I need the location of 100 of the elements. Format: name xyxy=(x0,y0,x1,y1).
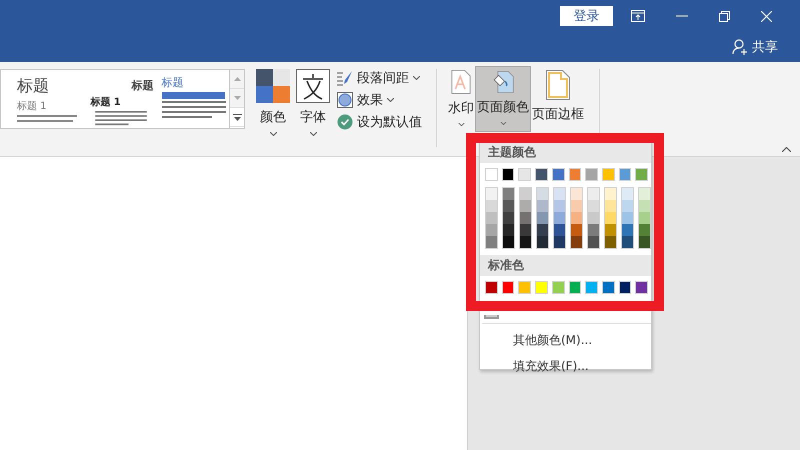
color-swatch[interactable] xyxy=(605,224,616,236)
color-swatch[interactable] xyxy=(502,281,514,294)
color-swatch[interactable] xyxy=(554,236,565,248)
color-swatch[interactable] xyxy=(571,188,582,200)
color-swatch[interactable] xyxy=(520,224,531,236)
design-button[interactable]: 颜色 xyxy=(253,69,293,136)
scroll-up-button[interactable] xyxy=(230,70,244,89)
color-swatch[interactable] xyxy=(537,236,548,248)
color-swatch[interactable] xyxy=(571,200,582,212)
color-swatch[interactable] xyxy=(605,212,616,224)
color-swatch[interactable] xyxy=(639,212,650,224)
color-swatch[interactable] xyxy=(635,168,648,181)
color-swatch[interactable] xyxy=(635,281,648,294)
watermark-page-icon xyxy=(449,70,473,94)
color-swatch[interactable] xyxy=(485,168,498,181)
color-swatch[interactable] xyxy=(639,200,650,212)
color-swatch[interactable] xyxy=(520,212,531,224)
color-swatch[interactable] xyxy=(605,200,616,212)
color-swatch[interactable] xyxy=(639,188,650,200)
color-swatch[interactable] xyxy=(486,224,497,236)
color-swatch[interactable] xyxy=(588,212,599,224)
color-swatch[interactable] xyxy=(552,281,565,294)
style-preview[interactable]: 标题 标题 1 xyxy=(1,70,86,128)
font-glyph-icon xyxy=(296,69,330,103)
style-preview[interactable]: 标题 标题 1 xyxy=(86,70,158,128)
design-option[interactable]: 效果 xyxy=(337,91,422,109)
color-swatch[interactable] xyxy=(502,168,514,181)
color-swatch[interactable] xyxy=(503,212,514,224)
color-swatch[interactable] xyxy=(486,212,497,224)
expand-icon xyxy=(232,114,242,120)
color-swatch[interactable] xyxy=(554,212,565,224)
color-swatch[interactable] xyxy=(585,281,598,294)
color-swatch[interactable] xyxy=(520,200,531,212)
color-swatch[interactable] xyxy=(571,236,582,248)
color-swatch[interactable] xyxy=(535,281,548,294)
up-triangle-icon xyxy=(234,77,240,81)
color-swatch[interactable] xyxy=(622,224,633,236)
ribbon-display-icon[interactable] xyxy=(631,10,645,22)
color-swatch[interactable] xyxy=(622,212,633,224)
color-swatch[interactable] xyxy=(571,212,582,224)
share-button[interactable]: 共享 xyxy=(732,38,778,56)
style-preview[interactable]: 标题 xyxy=(158,70,229,128)
color-swatch[interactable] xyxy=(622,200,633,212)
page-background-button[interactable]: 水印 xyxy=(447,66,475,132)
color-swatch[interactable] xyxy=(537,224,548,236)
color-swatch[interactable] xyxy=(537,188,548,200)
paragraph-spacing-icon xyxy=(337,70,353,86)
color-swatch[interactable] xyxy=(503,224,514,236)
color-swatch[interactable] xyxy=(639,236,650,248)
color-swatch[interactable] xyxy=(486,236,497,248)
color-swatch[interactable] xyxy=(552,168,565,181)
color-swatch[interactable] xyxy=(518,281,532,294)
color-swatch[interactable] xyxy=(571,224,582,236)
color-swatch[interactable] xyxy=(622,188,633,200)
swatch-edge-icon xyxy=(484,315,499,319)
minimize-icon[interactable] xyxy=(676,15,688,17)
color-swatch[interactable] xyxy=(485,281,498,294)
color-swatch[interactable] xyxy=(503,200,514,212)
style-title: 标题 xyxy=(132,78,154,93)
color-swatch[interactable] xyxy=(554,188,565,200)
restore-icon[interactable] xyxy=(719,10,730,22)
color-swatch[interactable] xyxy=(554,224,565,236)
page-background-button[interactable]: 页面边框 xyxy=(531,66,585,132)
color-swatch[interactable] xyxy=(537,200,548,212)
page-background-button[interactable]: 页面颜色 xyxy=(475,66,531,132)
design-option[interactable]: 段落间距 xyxy=(337,69,422,87)
collapse-ribbon-icon[interactable] xyxy=(782,147,791,152)
color-swatch[interactable] xyxy=(588,188,599,200)
menu-section-header: 主题颜色 xyxy=(480,142,651,163)
design-option[interactable]: 设为默认值 xyxy=(337,113,422,131)
color-swatch[interactable] xyxy=(602,168,615,181)
color-swatch[interactable] xyxy=(486,188,497,200)
color-swatch[interactable] xyxy=(503,188,514,200)
color-swatch[interactable] xyxy=(554,200,565,212)
color-swatch[interactable] xyxy=(568,281,582,294)
color-swatch[interactable] xyxy=(486,200,497,212)
color-swatch[interactable] xyxy=(520,236,531,248)
color-swatch[interactable] xyxy=(618,168,632,181)
color-swatch[interactable] xyxy=(520,188,531,200)
color-swatch[interactable] xyxy=(588,224,599,236)
menu-item[interactable]: 其他颜色(M)... xyxy=(480,328,651,354)
menu-item[interactable]: 填充效果(F)... xyxy=(480,354,651,380)
design-button[interactable]: 字体 xyxy=(293,69,333,136)
color-swatch[interactable] xyxy=(639,224,650,236)
color-swatch[interactable] xyxy=(605,188,616,200)
color-swatch[interactable] xyxy=(588,236,599,248)
color-swatch[interactable] xyxy=(568,168,582,181)
color-swatch[interactable] xyxy=(602,281,615,294)
color-swatch[interactable] xyxy=(588,200,599,212)
color-swatch[interactable] xyxy=(622,236,633,248)
sign-in-button[interactable]: 登录 xyxy=(560,6,613,26)
color-swatch[interactable] xyxy=(503,236,514,248)
color-swatch[interactable] xyxy=(535,168,548,181)
close-icon[interactable] xyxy=(761,10,772,22)
color-swatch[interactable] xyxy=(618,281,632,294)
color-swatch[interactable] xyxy=(518,168,532,181)
text-lines-drawing xyxy=(17,115,77,123)
color-swatch[interactable] xyxy=(537,212,548,224)
color-swatch[interactable] xyxy=(585,168,598,181)
color-swatch[interactable] xyxy=(605,236,616,248)
